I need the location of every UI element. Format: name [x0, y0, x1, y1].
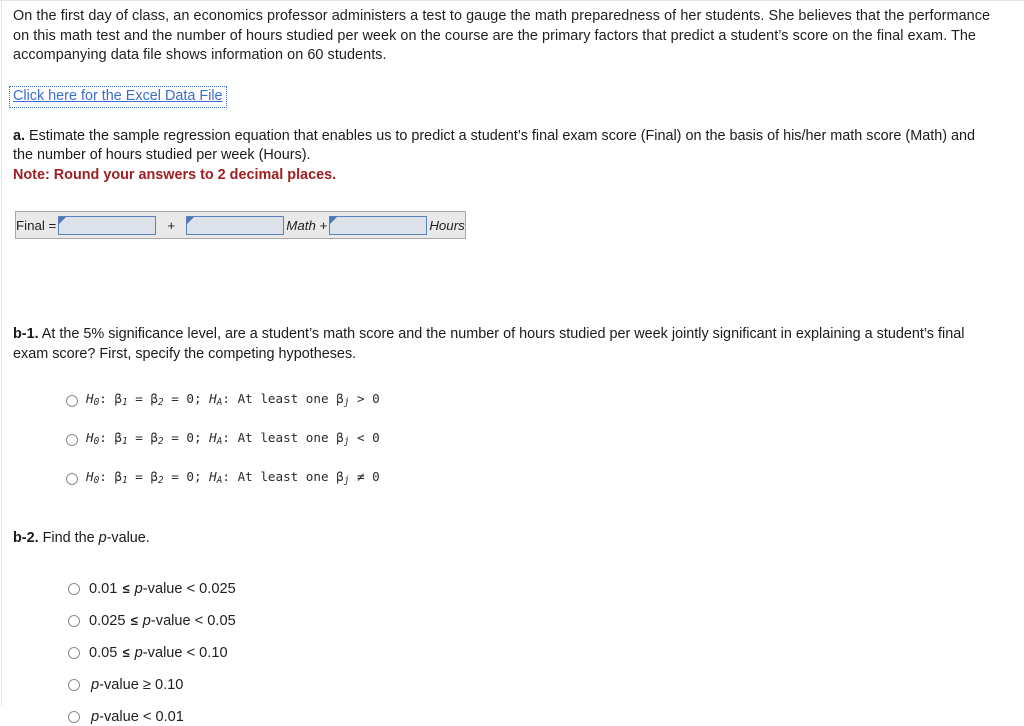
regression-equation-table: Final = + Math + Hours [15, 211, 466, 239]
hypothesis-option-2[interactable]: H0: β1 = β2 = 0; HA: At least one βj < 0 [13, 430, 1008, 450]
radio-icon[interactable] [68, 678, 80, 691]
pvalue-option-4-label: p-value ≥ 0.10 [91, 676, 184, 693]
part-b2-p-symbol: p [98, 530, 107, 546]
excel-datafile-container: Click here for the Excel Data File [9, 85, 1008, 108]
part-b1-label: b-1. [13, 326, 39, 342]
hypothesis-option-3-label: H0: β1 = β2 = 0; HA: At least one βj ≠ 0 [86, 469, 380, 486]
pvalue-option-5-label: p-value < 0.01 [91, 708, 184, 725]
part-b2-text-post: -value. [106, 530, 150, 546]
math-coefficient-input[interactable] [186, 215, 285, 235]
math-term-label: Math + [286, 211, 328, 239]
hours-coefficient-input[interactable] [329, 215, 428, 235]
excel-data-file-link[interactable]: Click here for the Excel Data File [9, 85, 227, 108]
pvalue-option-2-label: 0.025 ≤ p-value < 0.05 [89, 612, 236, 629]
pvalue-options-list: 0.01 ≤ p-value < 0.025 0.025 ≤ p-value <… [13, 580, 1008, 726]
pvalue-option-3[interactable]: 0.05 ≤ p-value < 0.10 [13, 644, 1008, 662]
part-b2-text-pre: Find the [38, 530, 99, 546]
pvalue-option-1[interactable]: 0.01 ≤ p-value < 0.025 [13, 580, 1008, 598]
hours-term-label: Hours [429, 211, 466, 239]
part-b2-prompt: b-2. Find the p-value. [13, 529, 1008, 549]
intercept-input[interactable] [58, 215, 157, 235]
pvalue-option-1-label: 0.01 ≤ p-value < 0.025 [89, 580, 236, 597]
hypothesis-options-list: H0: β1 = β2 = 0; HA: At least one βj > 0… [13, 391, 1008, 489]
part-a-label: a. [13, 127, 26, 144]
final-equals-label: Final = [15, 211, 57, 239]
part-a-note: Note: Round your answers to 2 decimal pl… [13, 166, 337, 183]
radio-icon[interactable] [66, 434, 78, 446]
part-b2-label: b-2. [13, 530, 39, 546]
table-row: Final = + Math + Hours [15, 211, 466, 239]
pvalue-option-3-label: 0.05 ≤ p-value < 0.10 [89, 644, 228, 661]
hypothesis-option-1-label: H0: β1 = β2 = 0; HA: At least one βj > 0 [86, 391, 380, 408]
radio-icon[interactable] [66, 395, 78, 407]
part-b1-prompt: b-1. At the 5% significance level, are a… [13, 325, 998, 364]
hypothesis-option-3[interactable]: H0: β1 = β2 = 0; HA: At least one βj ≠ 0 [13, 469, 1008, 489]
radio-icon[interactable] [68, 710, 80, 723]
radio-icon[interactable] [66, 473, 78, 485]
intro-paragraph: On the first day of class, an economics … [13, 8, 991, 63]
part-b1-text: At the 5% significance level, are a stud… [13, 326, 965, 362]
pvalue-option-4[interactable]: p-value ≥ 0.10 [13, 676, 1008, 694]
math-coefficient-input-cell [184, 211, 287, 239]
radio-icon[interactable] [68, 582, 80, 595]
hours-coefficient-input-cell [327, 211, 430, 239]
radio-icon[interactable] [68, 614, 80, 627]
intercept-input-cell [56, 211, 159, 239]
plus-label: + [158, 211, 185, 239]
pvalue-option-2[interactable]: 0.025 ≤ p-value < 0.05 [13, 612, 1008, 630]
hypothesis-option-1[interactable]: H0: β1 = β2 = 0; HA: At least one βj > 0 [13, 391, 1008, 411]
part-a-prompt: a. Estimate the sample regression equati… [13, 127, 998, 186]
radio-icon[interactable] [68, 646, 80, 659]
hypothesis-option-2-label: H0: β1 = β2 = 0; HA: At least one βj < 0 [86, 430, 380, 447]
pvalue-option-5[interactable]: p-value < 0.01 [13, 708, 1008, 726]
question-page: On the first day of class, an economics … [0, 0, 1024, 725]
part-a-text: Estimate the sample regression equation … [13, 127, 976, 164]
